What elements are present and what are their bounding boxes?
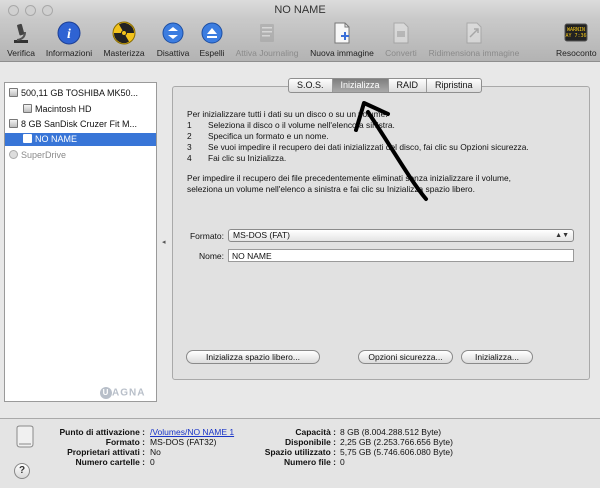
burn-icon	[112, 21, 136, 45]
unmount-icon	[161, 21, 185, 45]
resize-image-button[interactable]: Ridimensiona immagine	[422, 21, 526, 61]
split-view-handle[interactable]: ◂	[162, 238, 166, 246]
file-count-label: Numero file :	[284, 457, 336, 467]
watermark-logo: U AGNA	[100, 387, 145, 399]
erase-free-space-button[interactable]: Inizializza spazio libero...	[186, 350, 320, 364]
tab-bar: S.O.S. Inizializza RAID Ripristina	[288, 78, 482, 93]
convert-button[interactable]: Converti	[380, 21, 422, 61]
step-text: Fai clic su Inizializza.	[208, 153, 287, 163]
help-button[interactable]: ?	[14, 463, 30, 479]
window-title: NO NAME	[274, 4, 326, 16]
step-text: Seleziona il disco o il volume nell'elen…	[208, 120, 395, 130]
sidebar-item-macintosh-hd[interactable]: Macintosh HD	[5, 103, 156, 116]
tab-first-aid[interactable]: S.O.S.	[289, 79, 333, 92]
free-space-text-line-1: Per impedire il recupero dei file preced…	[187, 173, 511, 183]
owners-enabled-value: No	[150, 447, 161, 457]
volume-name-input[interactable]	[228, 249, 574, 262]
log-button[interactable]: WARNIN AY 7:36 Resoconto	[556, 21, 597, 61]
sidebar-item-superdrive[interactable]: SuperDrive	[5, 149, 156, 162]
capacity-label: Capacità :	[295, 427, 336, 437]
eject-button[interactable]: Espelli	[194, 21, 230, 61]
step-text: Specifica un formato e un nome.	[208, 131, 329, 141]
verify-button[interactable]: Verifica	[2, 21, 40, 61]
available-label: Disponibile :	[285, 437, 336, 447]
step-number: 1	[187, 120, 192, 130]
close-window-button[interactable]	[8, 5, 19, 16]
erase-intro-text: Per inizializzare tutti i dati su un dis…	[187, 109, 388, 119]
security-options-button[interactable]: Opzioni sicurezza...	[358, 350, 453, 364]
resize-image-icon	[462, 21, 486, 45]
folder-count-value: 0	[150, 457, 155, 467]
enable-journaling-button[interactable]: Attiva Journaling	[230, 21, 304, 61]
info-icon: i	[57, 21, 81, 45]
step-number: 3	[187, 142, 192, 152]
new-image-icon	[330, 21, 354, 45]
journaling-icon	[255, 21, 279, 45]
name-label: Nome:	[198, 251, 224, 261]
used-space-value: 5,75 GB (5.746.606.080 Byte)	[340, 447, 453, 457]
format-value: MS-DOS (FAT)	[233, 230, 290, 240]
info-button[interactable]: i Informazioni	[40, 21, 98, 61]
title-bar: NO NAME	[0, 0, 600, 20]
microscope-icon	[9, 21, 33, 45]
disk-list[interactable]: 500,11 GB TOSHIBA MK50... Macintosh HD 8…	[4, 82, 157, 402]
burn-button[interactable]: Masterizza	[98, 21, 150, 61]
file-count-value: 0	[340, 457, 345, 467]
step-text: Se vuoi impedire il recupero dei dati in…	[208, 142, 529, 152]
svg-text:i: i	[67, 27, 71, 42]
log-icon: WARNIN AY 7:36	[564, 21, 588, 45]
toolbar: Verifica i Informazioni Masterizza Disat…	[0, 20, 600, 62]
volume-icon	[23, 104, 32, 113]
zoom-window-button[interactable]	[42, 5, 53, 16]
optical-drive-icon	[9, 150, 18, 159]
format-select[interactable]: MS-DOS (FAT) ▲▼	[228, 229, 574, 242]
unmount-button[interactable]: Disattiva	[152, 21, 194, 61]
tab-erase[interactable]: Inizializza	[332, 79, 389, 92]
eject-icon	[200, 21, 224, 45]
capacity-value: 8 GB (8.004.288.512 Byte)	[340, 427, 442, 437]
convert-icon	[389, 21, 413, 45]
erase-button[interactable]: Inizializza...	[461, 350, 533, 364]
sidebar-item-sandisk-disk[interactable]: 8 GB SanDisk Cruzer Fit M...	[5, 118, 156, 131]
chevron-updown-icon: ▲▼	[555, 232, 569, 239]
format-info-label: Formato :	[105, 437, 145, 447]
hard-disk-icon	[9, 88, 18, 97]
svg-text:AY 7:36: AY 7:36	[565, 33, 586, 39]
used-space-label: Spazio utilizzato :	[264, 447, 336, 457]
mount-point-label: Punto di attivazione :	[59, 427, 145, 437]
sidebar-item-toshiba-disk[interactable]: 500,11 GB TOSHIBA MK50...	[5, 87, 156, 100]
format-label: Formato:	[189, 231, 224, 241]
tab-raid[interactable]: RAID	[389, 79, 428, 92]
minimize-window-button[interactable]	[25, 5, 36, 16]
free-space-text-line-2: seleziona un volume nell'elenco a sinist…	[187, 184, 475, 194]
volume-icon	[23, 134, 32, 143]
step-number: 4	[187, 153, 192, 163]
owners-enabled-label: Proprietari attivati :	[67, 447, 145, 457]
step-number: 2	[187, 131, 192, 141]
sidebar-item-no-name[interactable]: NO NAME	[5, 133, 156, 146]
usb-disk-icon	[9, 119, 18, 128]
tab-restore[interactable]: Ripristina	[427, 79, 481, 92]
available-value: 2,25 GB (2.253.766.656 Byte)	[340, 437, 453, 447]
new-image-button[interactable]: Nuova immagine	[304, 21, 380, 61]
